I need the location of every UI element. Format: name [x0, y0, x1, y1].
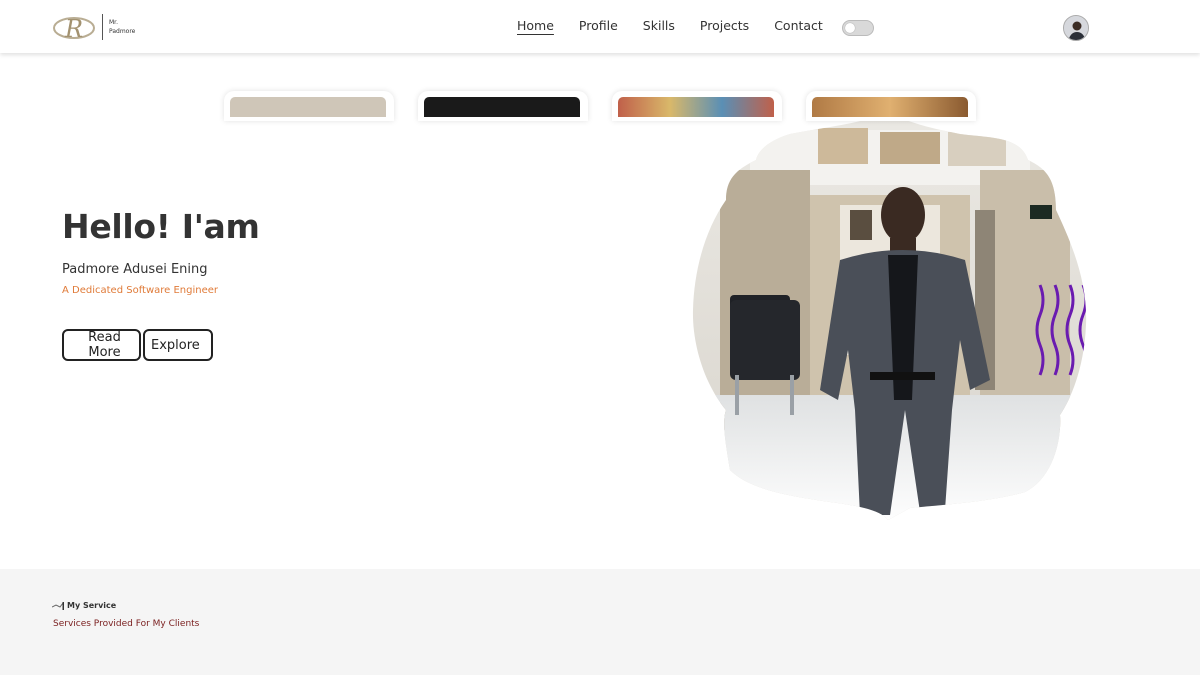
service-card-4[interactable] [806, 91, 976, 121]
service-card-4-image [812, 97, 968, 117]
hero-role: A Dedicated Software Engineer [62, 285, 219, 296]
logo-line-2: Padmore [109, 28, 136, 35]
explore-button[interactable]: Explore [143, 329, 213, 361]
nav-profile[interactable]: Profile [579, 18, 618, 33]
service-card-3[interactable] [612, 91, 782, 121]
brand-logo[interactable]: R Mr. Padmore [53, 13, 135, 43]
logo-line-1: Mr. [109, 19, 118, 26]
logo-divider [102, 14, 103, 40]
nav-contact[interactable]: Contact [774, 18, 823, 33]
service-card-2[interactable] [418, 91, 588, 121]
service-card-3-image [618, 97, 774, 117]
avatar-person-icon [1064, 16, 1088, 40]
service-card-1[interactable] [224, 91, 394, 121]
navbar: R Mr. Padmore Home Profile Skills Projec… [0, 0, 1200, 53]
nav-home[interactable]: Home [517, 18, 554, 33]
nav-links: Home Profile Skills Projects Contact [517, 18, 848, 33]
toggle-knob [845, 23, 855, 33]
logo-mark-icon: R [53, 13, 99, 43]
nav-skills[interactable]: Skills [643, 18, 675, 33]
read-more-button[interactable]: Read More [62, 329, 141, 361]
service-card-2-image [424, 97, 580, 117]
services-title: My Service [67, 601, 117, 610]
services-icon [52, 601, 64, 610]
hero-portrait [690, 110, 1090, 522]
theme-toggle[interactable] [842, 20, 874, 36]
hero-greeting: Hello! I'am [62, 207, 260, 246]
services-subtitle: Services Provided For My Clients [53, 619, 200, 629]
service-card-1-image [230, 97, 386, 117]
avatar[interactable] [1063, 15, 1089, 41]
services-section: My Service Services Provided For My Clie… [0, 569, 1200, 675]
services-heading: My Service [52, 601, 116, 610]
svg-text:R: R [64, 15, 83, 41]
hero-name: Padmore Adusei Ening [62, 262, 208, 277]
logo-text: Mr. Padmore [109, 18, 135, 36]
nav-projects[interactable]: Projects [700, 18, 749, 33]
